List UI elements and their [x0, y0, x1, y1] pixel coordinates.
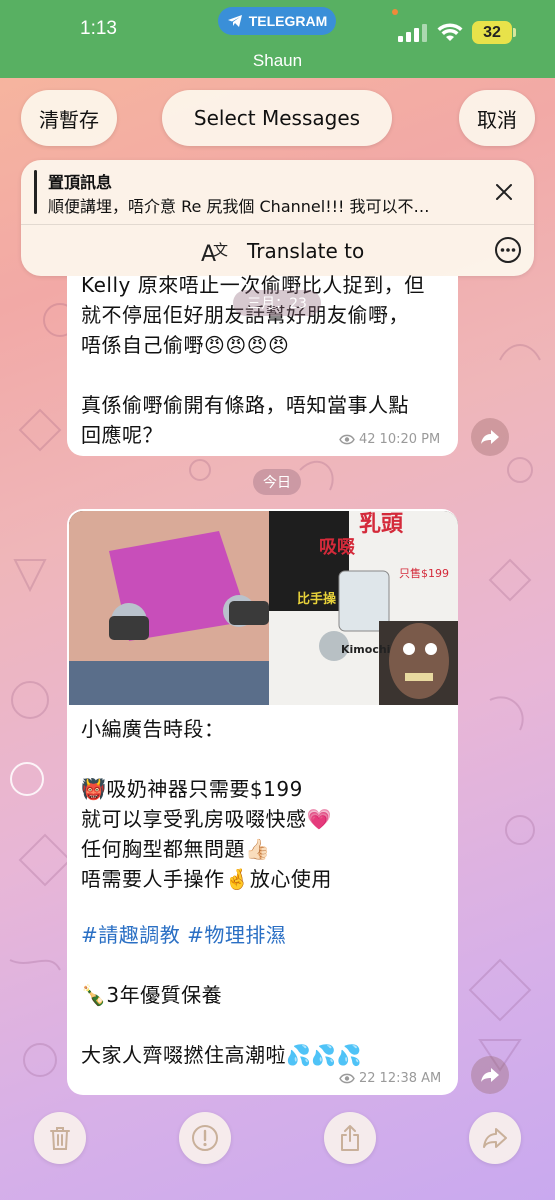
eye-icon	[339, 1073, 355, 1084]
forward-arrow-icon[interactable]	[471, 1056, 509, 1094]
ellipsis-circle-icon[interactable]	[494, 236, 522, 264]
message-time: 12:38 AM	[379, 1071, 442, 1086]
view-count: 22	[359, 1071, 376, 1086]
telegram-plane-icon	[227, 15, 242, 27]
cellular-signal-icon	[398, 24, 427, 42]
trash-icon[interactable]	[34, 1112, 86, 1164]
telegram-pill[interactable]: TELEGRAM	[218, 7, 336, 35]
select-checkbox[interactable]	[10, 762, 44, 796]
message-meta: 22 12:38 AM	[339, 1071, 441, 1086]
pinned-text: 順便講埋，唔介意 Re 尻我個 Channel!!! 我可以不…	[48, 197, 430, 216]
cancel-button[interactable]: 取消	[459, 90, 535, 146]
photo-text-red-side: 吸啜	[319, 537, 356, 558]
telegram-pill-label: TELEGRAM	[248, 13, 328, 29]
message-photo[interactable]: 乳頭 吸啜 比手操 只售$199 Kimochi	[69, 511, 458, 705]
translate-label[interactable]: Translate to	[247, 239, 364, 263]
forward-icon[interactable]	[469, 1112, 521, 1164]
date-pill: 三月：23	[233, 290, 321, 316]
message-caption-2: 🍾3年優質保養 大家人齊啜撚住高潮啦💦💦💦	[81, 983, 363, 1067]
forward-arrow-icon[interactable]	[471, 418, 509, 456]
pinned-indicator-bar	[34, 170, 37, 214]
svg-text:文: 文	[213, 241, 228, 259]
battery-tip	[513, 28, 516, 37]
status-bar: 1:13 TELEGRAM 32 Shaun	[0, 0, 555, 78]
close-icon[interactable]	[491, 179, 517, 205]
select-messages-title: Select Messages	[162, 90, 392, 146]
view-count: 42	[359, 432, 376, 447]
message-caption: 小編廣告時段： 👹吸奶神器只需要$199 就可以享受乳房吸啜快感💗 任何胸型都無…	[81, 717, 332, 891]
pinned-message-panel[interactable]: 置頂訊息 順便講埋，唔介意 Re 尻我個 Channel!!! 我可以不… A …	[21, 160, 534, 276]
photo-text-red-big: 乳頭	[359, 511, 404, 537]
status-time: 1:13	[80, 18, 117, 39]
message-meta: 42 10:20 PM	[339, 432, 440, 447]
chat-contact-name[interactable]: Shaun	[0, 51, 555, 71]
translate-icon[interactable]: A 文	[199, 233, 233, 267]
wifi-icon	[437, 23, 463, 41]
photo-text-price: 只售$199	[399, 566, 449, 580]
pinned-title: 置頂訊息	[48, 173, 113, 192]
date-pill: 今日	[253, 469, 301, 495]
message-hashtags[interactable]: #請趣調教 #物理排濕	[81, 920, 451, 950]
eye-icon	[339, 434, 355, 445]
privacy-indicator-dot	[392, 9, 398, 15]
share-icon[interactable]	[324, 1112, 376, 1164]
clear-cache-button[interactable]: 清暫存	[21, 90, 117, 146]
photo-text-free-hands: 比手操	[297, 591, 336, 607]
divider	[21, 224, 534, 225]
battery-indicator: 32	[472, 21, 512, 44]
photo-text-kimochi: Kimochi	[341, 643, 390, 656]
exclamation-circle-icon[interactable]	[179, 1112, 231, 1164]
message-time: 10:20 PM	[379, 432, 441, 447]
